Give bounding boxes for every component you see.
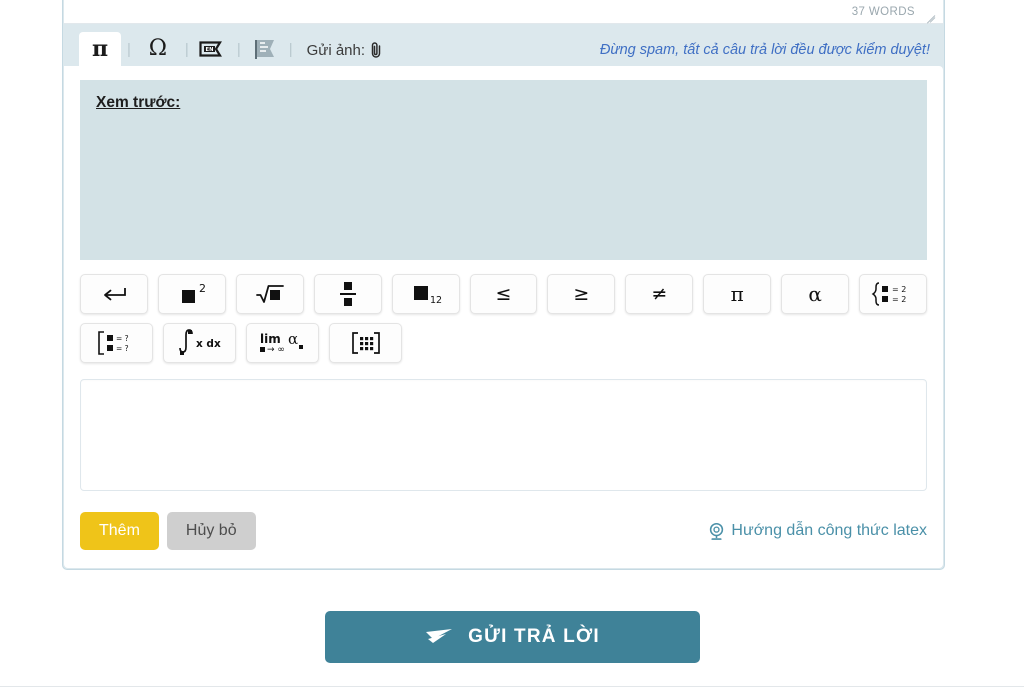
svg-text:= ?: = ? [116, 344, 129, 353]
toolbar-separator: | [288, 41, 293, 58]
svg-text:→ ∞: → ∞ [267, 345, 285, 355]
paperclip-icon [371, 42, 381, 58]
superscript-icon: 2 [181, 282, 206, 303]
bracket-system-button[interactable]: = ? = ? [80, 323, 153, 363]
latex-input[interactable] [80, 379, 927, 491]
send-image-button[interactable]: Gửi ảnh: [307, 41, 383, 59]
formula-preview-box: Xem trước: [80, 80, 927, 260]
math-panel: Xem trước: 2 12 ≤ ≥ ≠ π α = 2 = 2 = ? = … [64, 66, 943, 568]
toolbar-separator: | [236, 41, 241, 58]
send-image-label: Gửi ảnh: [306, 41, 366, 59]
svg-text:α: α [288, 330, 298, 348]
resize-grip-icon[interactable] [923, 6, 936, 24]
bracket-system-icon: = ? = ? [97, 331, 129, 355]
symbol-row-1: 2 12 ≤ ≥ ≠ π α = 2 = 2 [80, 274, 927, 314]
fraction-icon [339, 282, 356, 306]
tab-special-omega[interactable]: Ω [137, 32, 179, 66]
integral-button[interactable]: x dx [163, 323, 236, 363]
sqrt-button[interactable] [235, 274, 304, 314]
word-count-label: 37 WORDS [851, 6, 915, 18]
page-root: 37 WORDS π | Ω | EN | | Gửi ảnh: Đừng sp… [0, 0, 1024, 692]
svg-text:x dx: x dx [196, 338, 221, 350]
editor-action-row: Thêm Hủy bỏ Hướng dẫn công thức latex [80, 512, 927, 550]
pi-symbol-icon: π [730, 282, 744, 306]
symbol-row-2: = ? = ? x dx lim → ∞ α [80, 323, 927, 363]
matrix-button[interactable] [329, 323, 402, 363]
toolbar-separator: | [184, 41, 189, 58]
fraction-button[interactable] [313, 274, 382, 314]
not-equal-icon: ≠ [651, 282, 668, 305]
superscript-button[interactable]: 2 [157, 274, 226, 314]
flag-en-icon: EN [199, 41, 222, 57]
bottom-divider [0, 686, 1024, 687]
submit-answer-label: GỬI TRẢ LỜI [468, 626, 600, 647]
limit-button[interactable]: lim → ∞ α [246, 323, 319, 363]
system-brace-button[interactable]: = 2 = 2 [859, 274, 927, 314]
tab-flag-en[interactable]: EN [195, 32, 231, 66]
svg-text:EN: EN [205, 47, 213, 53]
flag-vn-icon [254, 40, 274, 59]
svg-text:lim: lim [260, 332, 281, 346]
symbol-button-grid: 2 12 ≤ ≥ ≠ π α = 2 = 2 = ? = ? x dx lim … [80, 260, 927, 363]
system-of-equations-icon: = 2 = 2 [871, 282, 906, 306]
square-root-icon [255, 285, 284, 303]
svg-text:12: 12 [430, 295, 442, 306]
geq-button[interactable]: ≥ [547, 274, 616, 314]
tab-math-pi[interactable]: π [79, 32, 121, 66]
tab-flag-vn[interactable] [247, 32, 283, 66]
greater-equal-icon: ≥ [573, 282, 590, 305]
toolbar-separator: | [127, 41, 131, 58]
omega-icon: Ω [148, 36, 168, 61]
subscript-icon: 12 [413, 286, 442, 306]
svg-text:= ?: = ? [116, 334, 129, 343]
svg-text:2: 2 [199, 282, 206, 295]
spam-warning-note: Đừng spam, tất cả câu trả lời đều được k… [599, 42, 930, 58]
pi-button[interactable]: π [703, 274, 772, 314]
preview-label: Xem trước: [96, 94, 181, 111]
submit-answer-button[interactable]: GỬI TRẢ LỜI [324, 611, 700, 663]
subscript-button[interactable]: 12 [391, 274, 460, 314]
newline-button[interactable] [80, 274, 148, 314]
alpha-symbol-icon: α [808, 282, 822, 306]
paper-plane-icon [426, 629, 453, 643]
editor-toolbar: π | Ω | EN | | Gửi ảnh: Đừng spam, tất c… [63, 24, 944, 66]
latex-guide-link[interactable]: Hướng dẫn công thức latex [707, 522, 927, 541]
limit-icon: lim → ∞ α [259, 330, 303, 355]
add-button[interactable]: Thêm [80, 512, 159, 550]
svg-text:= 2: = 2 [892, 295, 906, 304]
newline-arrow-icon [104, 288, 126, 301]
svg-text:= 2: = 2 [892, 285, 906, 294]
integral-icon: x dx [178, 329, 221, 355]
alpha-button[interactable]: α [781, 274, 850, 314]
matrix-icon [351, 332, 380, 354]
pi-icon: π [91, 36, 109, 62]
submit-row: GỬI TRẢ LỜI [0, 611, 1024, 663]
less-equal-icon: ≤ [495, 282, 512, 305]
answer-editor-frame: 37 WORDS π | Ω | EN | | Gửi ảnh: Đừng sp… [62, 0, 945, 570]
webcam-icon [710, 522, 724, 540]
cancel-button[interactable]: Hủy bỏ [166, 512, 256, 550]
answer-textarea-zone[interactable]: 37 WORDS [64, 0, 943, 24]
neq-button[interactable]: ≠ [625, 274, 694, 314]
leq-button[interactable]: ≤ [469, 274, 538, 314]
latex-guide-label: Hướng dẫn công thức latex [731, 522, 927, 539]
